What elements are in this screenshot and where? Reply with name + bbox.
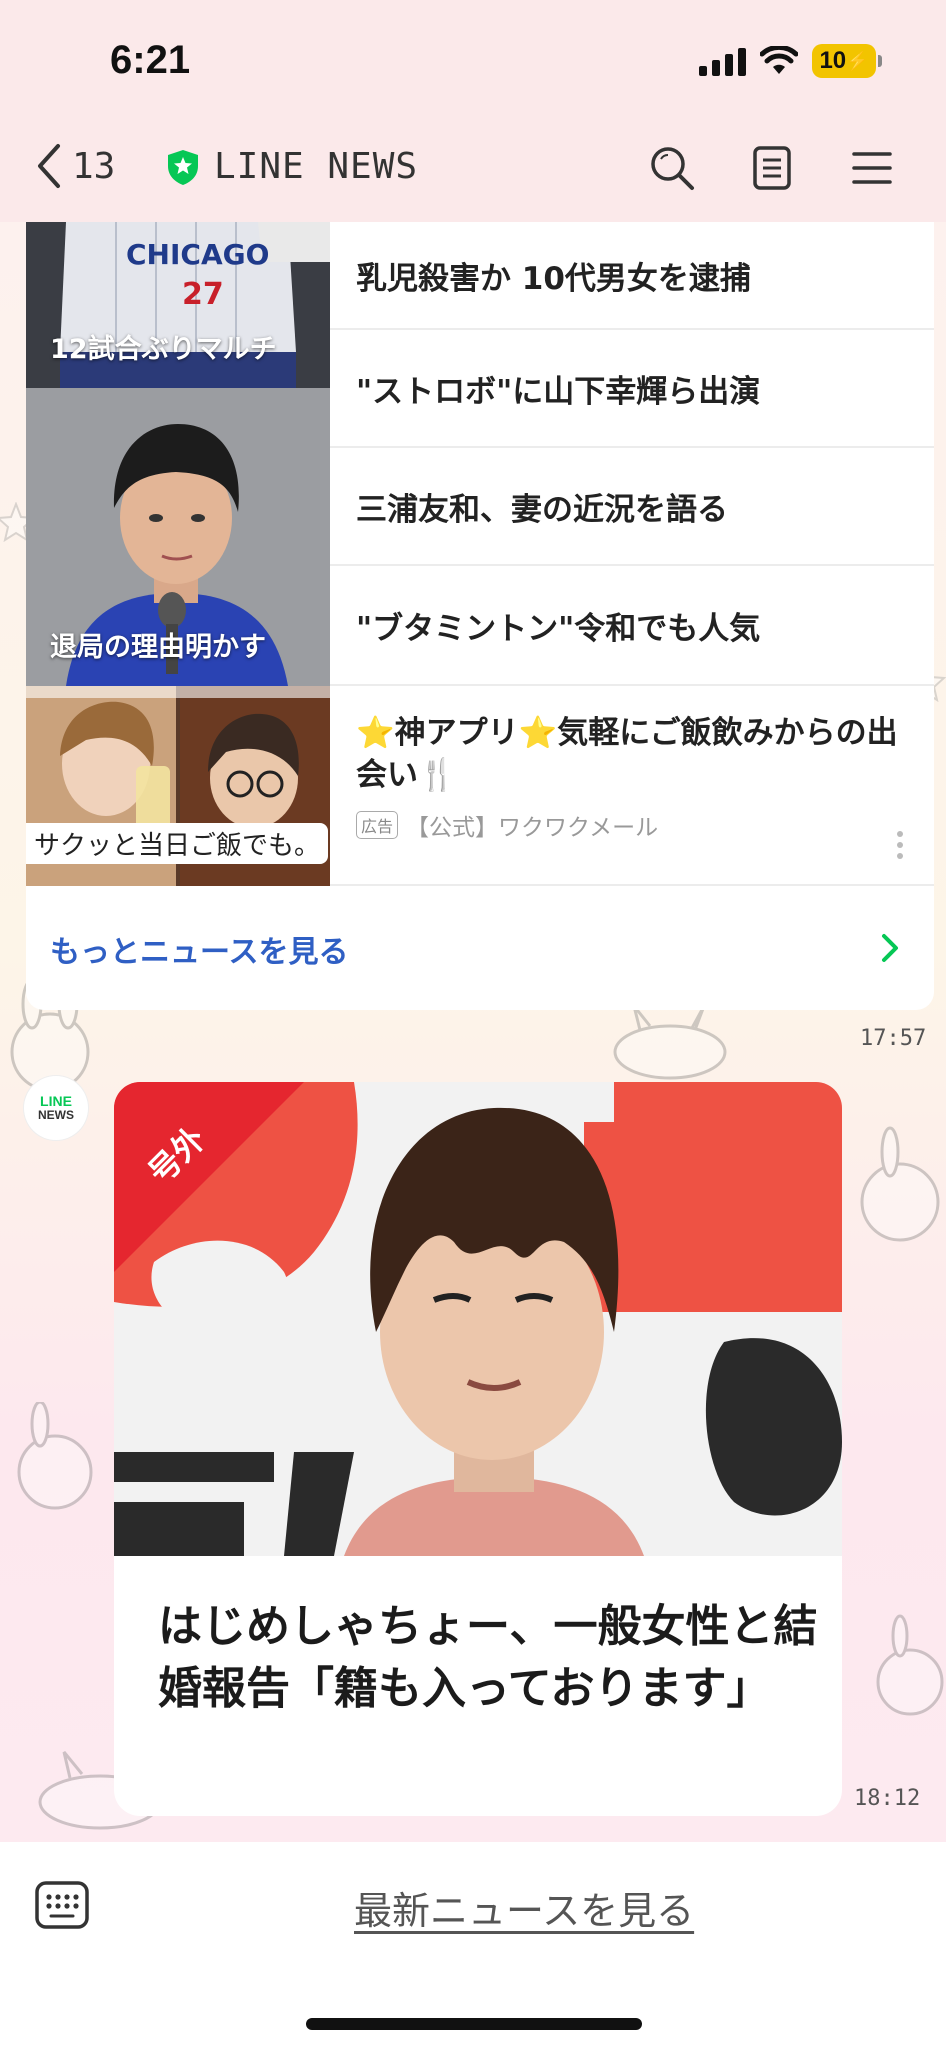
news-thumbnail-baseball[interactable]: CHICAGO 27 12試合ぶりマルチ	[26, 222, 330, 388]
ad-item[interactable]: ⭐神アプリ⭐気軽にご飯飲みからの出会い🍴 広告 【公式】ワクワクメール	[330, 686, 934, 886]
chat-title: LINE NEWS	[166, 146, 418, 187]
chat-title-text: LINE NEWS	[214, 146, 419, 187]
status-bar: 6:21 10 ⚡	[0, 0, 946, 120]
status-time: 6:21	[110, 38, 191, 82]
unread-count: 13	[72, 145, 116, 187]
status-icons: 10 ⚡	[699, 44, 882, 78]
home-indicator[interactable]	[306, 2018, 642, 2030]
message-timestamp: 18:12	[854, 1786, 921, 1811]
ad-thumb-caption: サクッと当日ご飯でも。	[26, 823, 329, 864]
ad-meta: 広告 【公式】ワクワクメール	[356, 808, 908, 842]
breaking-news-card[interactable]: 号外 はじめしゃちょー、一般女性と結婚報告「籍も入っております」	[114, 1082, 842, 1816]
chevron-left-icon	[38, 144, 60, 188]
nav-bar: 13 LINE NEWS	[0, 120, 946, 222]
back-button[interactable]: 13	[34, 142, 115, 190]
bunny-doodle-icon	[876, 1614, 944, 1716]
jersey-team-text: CHICAGO	[126, 238, 269, 271]
jersey-number-text: 27	[182, 277, 224, 312]
bottom-bar: 最新ニュースを見る	[0, 1842, 946, 2048]
thumb-caption: 12試合ぶりマルチ	[50, 334, 277, 365]
latest-news-link[interactable]: 最新ニュースを見る	[354, 1880, 694, 1935]
keyboard-icon[interactable]	[34, 1880, 90, 1930]
ad-badge: 広告	[356, 811, 399, 839]
news-thumbnail-portrait[interactable]: 退局の理由明かす	[26, 388, 330, 686]
avatar-line1: LINE	[40, 1093, 72, 1109]
signal-icon	[699, 46, 746, 76]
breaking-news-title: はじめしゃちょー、一般女性と結婚報告「籍も入っております」	[158, 1601, 818, 1714]
notes-icon[interactable]	[748, 144, 796, 192]
ad-thumbnail[interactable]: サクッと当日ご飯でも。	[26, 686, 330, 886]
avatar-line2: NEWS	[38, 1108, 74, 1122]
message-timestamp: 17:57	[860, 1026, 927, 1051]
thumb-caption: 退局の理由明かす	[50, 632, 266, 663]
news-item[interactable]: "ブタミントン"令和でも人気	[330, 566, 934, 686]
bunny-doodle-icon	[17, 1402, 93, 1510]
more-vertical-icon[interactable]	[896, 830, 904, 860]
ad-advertiser: 【公式】ワクワクメール	[406, 815, 659, 841]
news-item[interactable]: 乳児殺害か 10代男女を逮捕	[330, 222, 934, 330]
battery-level: 10	[819, 47, 847, 74]
bunny-doodle-icon	[613, 1005, 727, 1080]
menu-icon[interactable]	[848, 144, 896, 192]
breaking-news-photo: 号外	[114, 1082, 842, 1556]
shield-icon	[168, 149, 198, 185]
wifi-icon	[760, 46, 798, 74]
search-icon[interactable]	[648, 144, 696, 192]
news-item-title: 乳児殺害か 10代男女を逮捕	[356, 260, 751, 297]
ad-title: ⭐神アプリ⭐気軽にご飯飲みからの出会い🍴	[356, 715, 898, 793]
more-news-link[interactable]: もっとニュースを見る	[26, 888, 934, 1010]
news-item-title: 三浦友和、妻の近況を語る	[356, 491, 728, 528]
chevron-right-icon	[882, 934, 898, 962]
battery-icon: 10 ⚡	[812, 44, 882, 78]
news-item[interactable]: "ストロボ"に山下幸輝ら出演	[330, 330, 934, 448]
news-item-title: "ブタミントン"令和でも人気	[356, 610, 761, 647]
line-news-avatar[interactable]: LINE NEWS	[24, 1076, 88, 1140]
nav-actions	[648, 144, 896, 192]
more-news-label: もっとニュースを見る	[50, 935, 349, 970]
news-list-card: CHICAGO 27 12試合ぶりマルチ 退局の理由明かす 乳児殺害か 10代男…	[26, 222, 934, 1010]
news-item-title: "ストロボ"に山下幸輝ら出演	[356, 373, 761, 410]
bunny-doodle-icon	[860, 1126, 940, 1242]
news-item[interactable]: 三浦友和、妻の近況を語る	[330, 448, 934, 566]
breaking-badge-icon: 号外	[114, 1082, 304, 1272]
